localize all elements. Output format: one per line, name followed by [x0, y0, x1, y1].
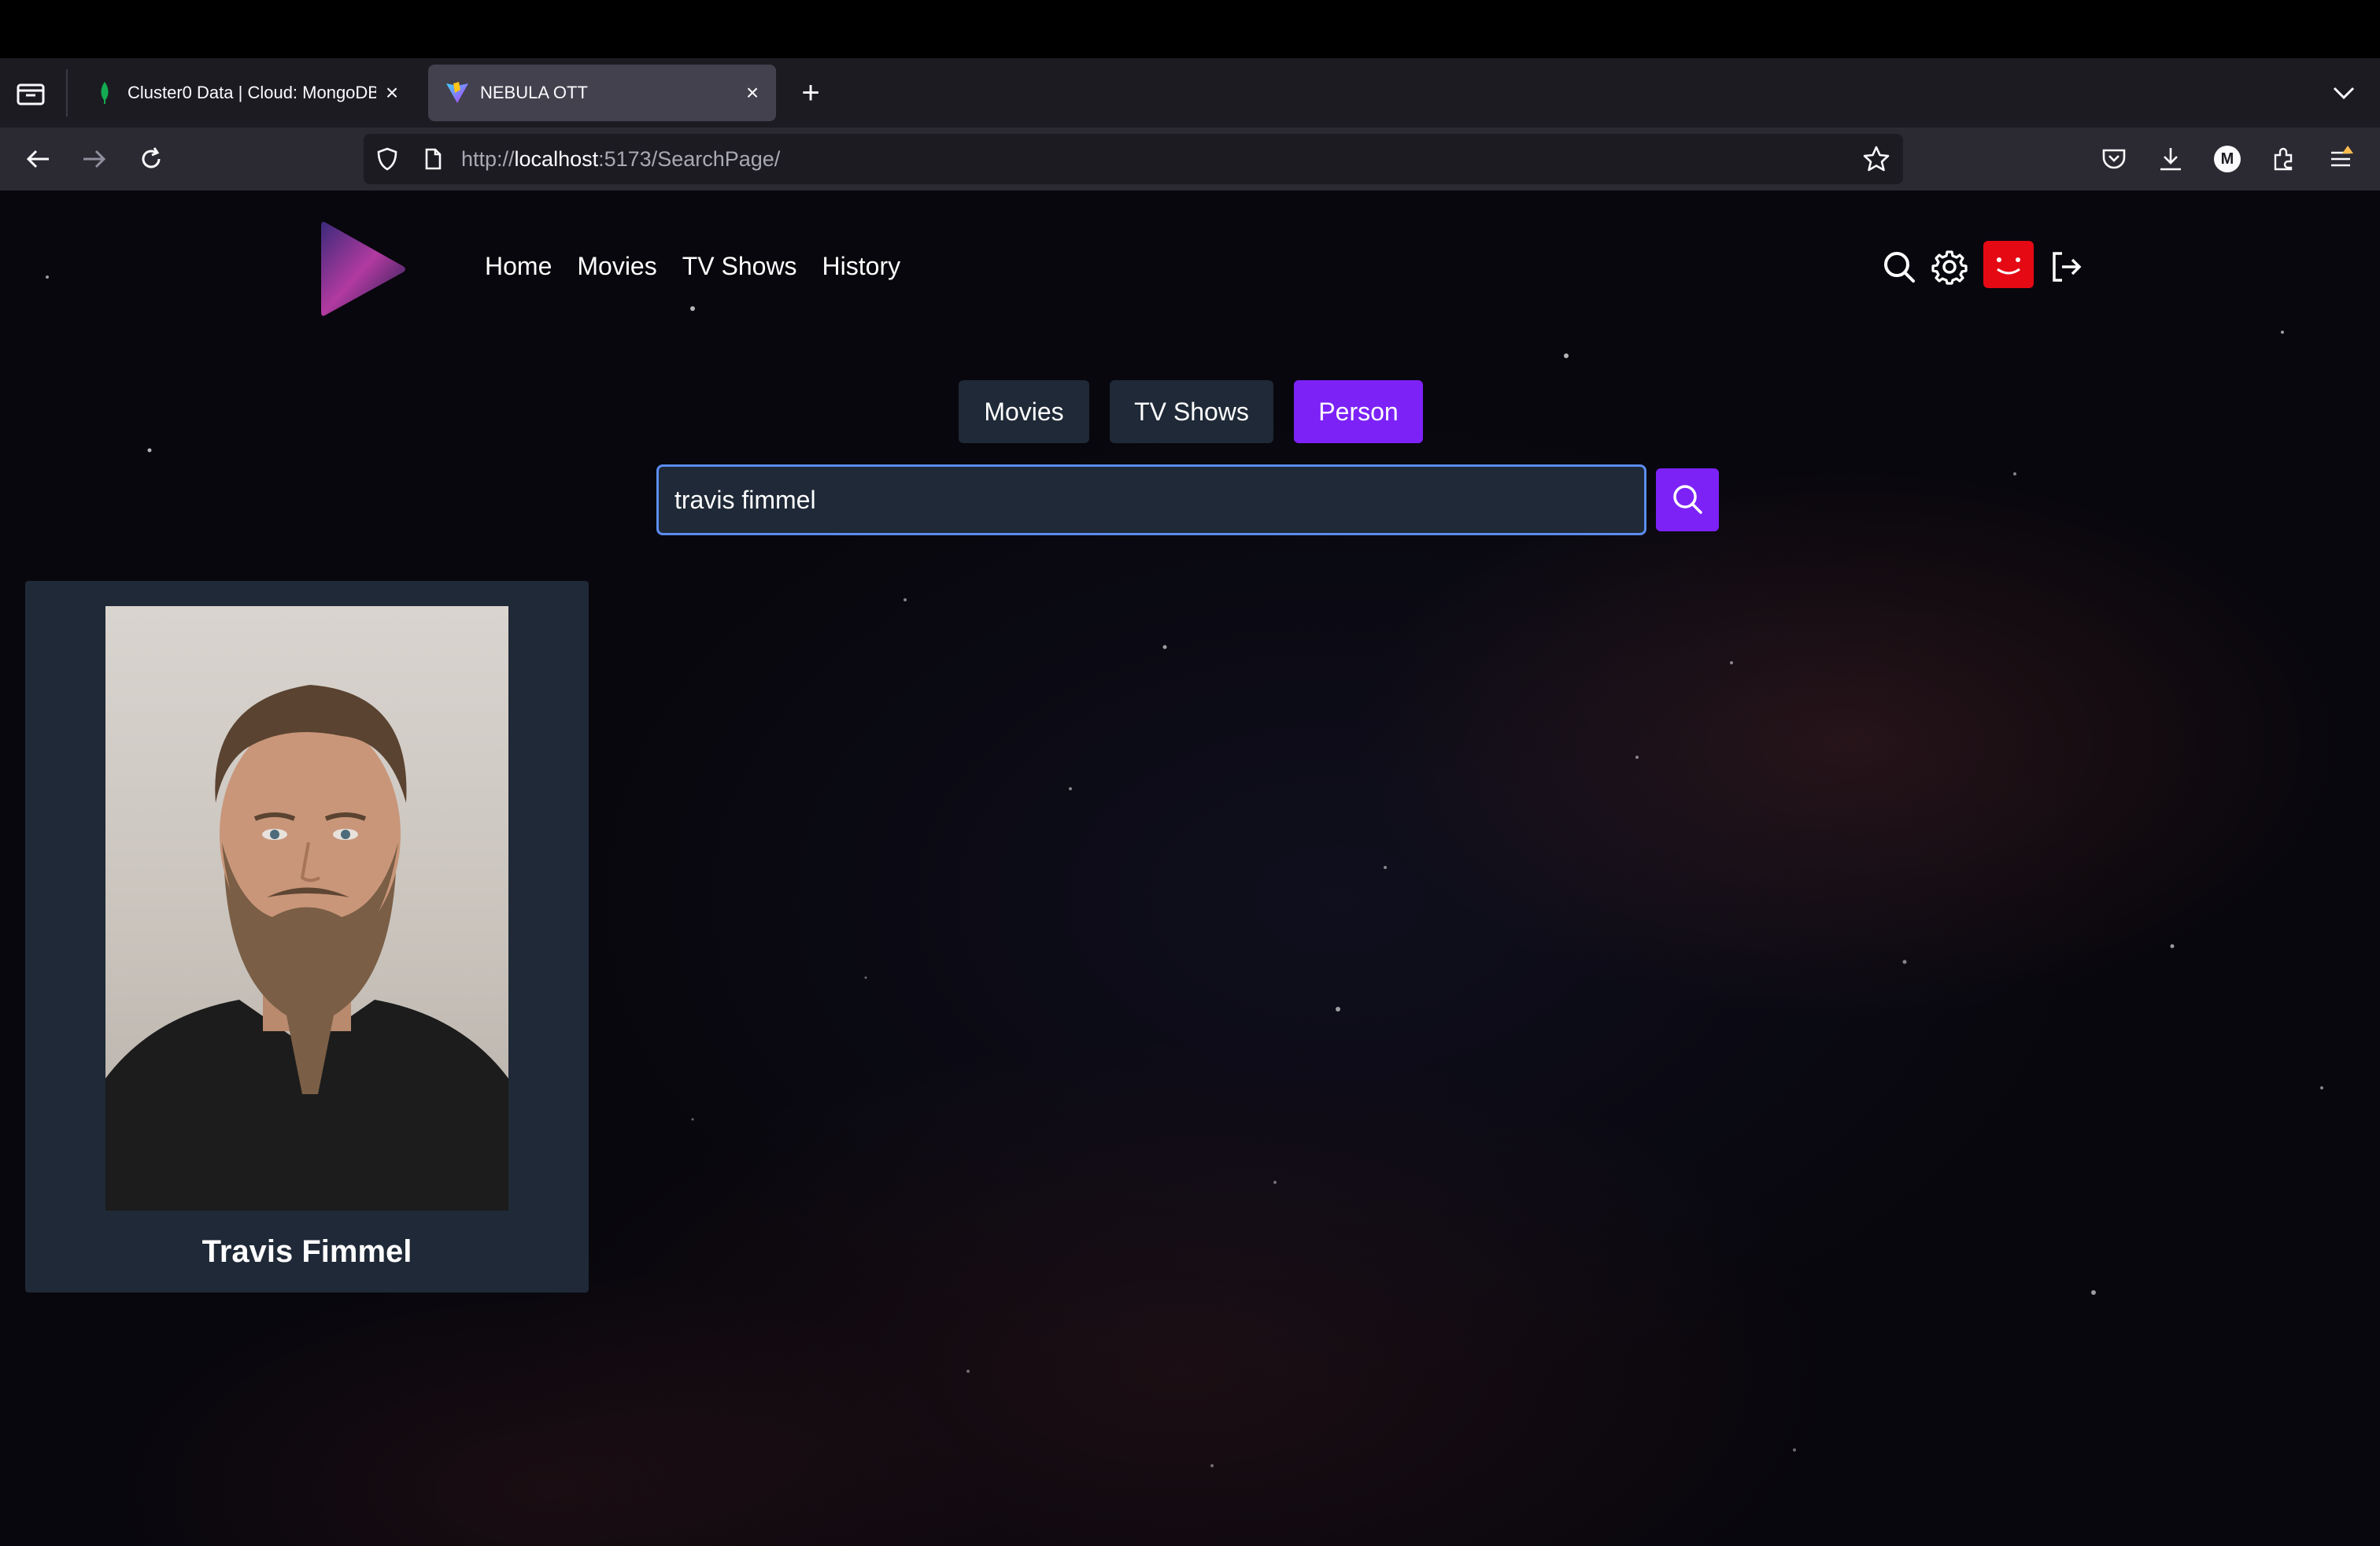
download-icon[interactable] — [2153, 142, 2188, 176]
nebula-logo[interactable] — [315, 214, 409, 324]
main-nav: Home Movies TV Shows History — [485, 252, 900, 281]
search-icon[interactable] — [1879, 247, 1919, 287]
chevron-down-icon[interactable] — [2330, 79, 2358, 107]
search-input[interactable] — [656, 464, 1646, 535]
user-actions — [1879, 241, 2092, 291]
person-name[interactable]: Travis Fimmel — [25, 1234, 589, 1270]
search-icon — [1670, 482, 1705, 519]
logout-icon[interactable] — [2046, 247, 2086, 287]
gear-icon[interactable] — [1930, 247, 1969, 287]
person-photo[interactable] — [105, 606, 508, 1211]
search-category-tabs: Movies TV Shows Person — [959, 380, 1423, 443]
nav-tv-shows[interactable]: TV Shows — [682, 252, 797, 281]
nav-home[interactable]: Home — [485, 252, 552, 281]
mongodb-leaf-icon — [93, 81, 116, 105]
tab-overview-icon[interactable] — [14, 79, 47, 109]
search-submit-button[interactable] — [1656, 468, 1719, 531]
star-icon[interactable] — [1862, 145, 1890, 173]
extensions-icon[interactable] — [2267, 142, 2301, 176]
tab-mongodb[interactable]: Cluster0 Data | Cloud: MongoDB × — [76, 65, 416, 121]
address-bar[interactable]: http://localhost:5173/SearchPage/ — [364, 134, 1903, 184]
new-tab-icon[interactable]: + — [795, 77, 826, 109]
close-icon[interactable]: × — [376, 77, 408, 109]
tab-nebula-ott[interactable]: NEBULA OTT × — [428, 65, 776, 121]
avatar[interactable] — [1983, 241, 2034, 288]
reload-icon[interactable] — [134, 142, 168, 176]
back-arrow-icon[interactable] — [20, 142, 55, 176]
url-path: :5173/SearchPage/ — [598, 146, 781, 171]
tab-title: Cluster0 Data | Cloud: MongoDB — [128, 83, 376, 102]
account-icon[interactable]: M — [2210, 142, 2245, 176]
category-movies-button[interactable]: Movies — [959, 380, 1089, 443]
url-host: localhost — [514, 146, 599, 171]
page-info-icon[interactable] — [420, 146, 445, 172]
vite-icon — [445, 81, 469, 105]
tab-divider — [66, 69, 68, 117]
browser-toolbar: http://localhost:5173/SearchPage/ M — [0, 128, 2380, 190]
close-icon[interactable]: × — [737, 77, 768, 109]
person-result-card[interactable]: Travis Fimmel — [25, 581, 589, 1293]
url-text: http://localhost:5173/SearchPage/ — [461, 147, 780, 172]
url-scheme: http:// — [461, 146, 515, 171]
forward-arrow-icon[interactable] — [77, 142, 112, 176]
account-initial: M — [2214, 146, 2241, 172]
nav-history[interactable]: History — [822, 252, 901, 281]
pocket-icon[interactable] — [2097, 142, 2131, 176]
tab-title: NEBULA OTT — [480, 83, 588, 102]
nav-movies[interactable]: Movies — [577, 252, 656, 281]
window-top-bar — [0, 0, 2380, 58]
shield-icon[interactable] — [375, 146, 400, 172]
page-content: Home Movies TV Shows History Movies TV S… — [0, 190, 2380, 1546]
tab-strip: Cluster0 Data | Cloud: MongoDB × NEBULA … — [0, 58, 2380, 128]
menu-icon[interactable] — [2323, 142, 2358, 176]
category-tv-shows-button[interactable]: TV Shows — [1110, 380, 1273, 443]
category-person-button[interactable]: Person — [1294, 380, 1423, 443]
